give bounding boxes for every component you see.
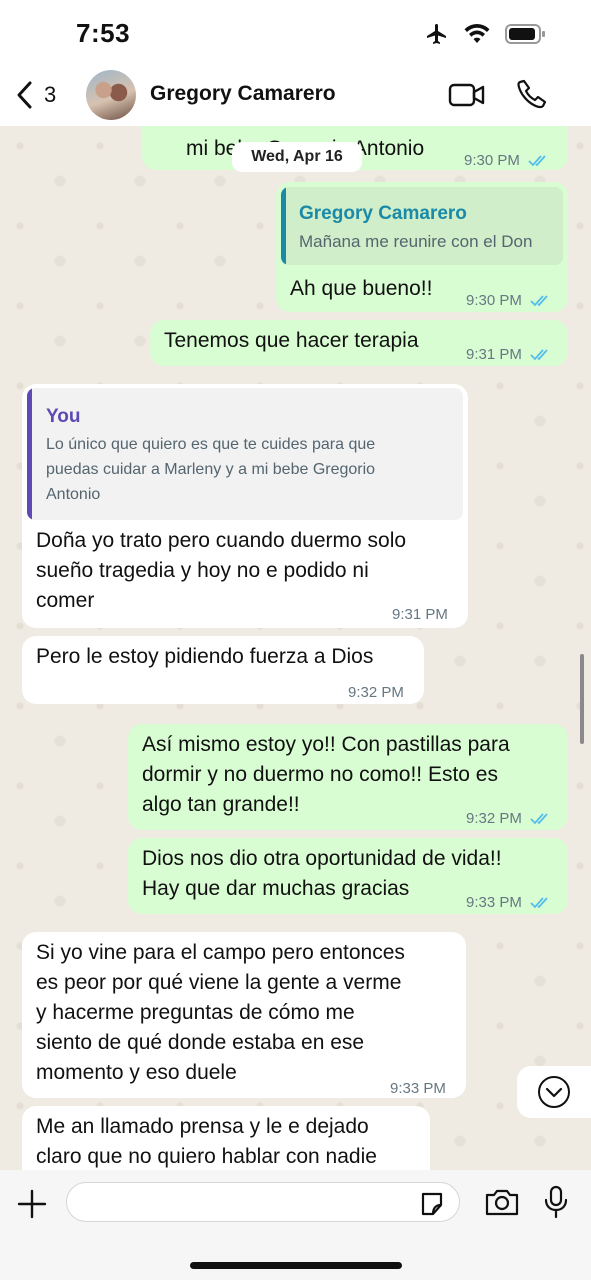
status-icons bbox=[425, 22, 547, 46]
battery-icon bbox=[505, 24, 545, 44]
scroll-down-icon bbox=[538, 1076, 570, 1108]
quote-text: Mañana me reunire con el Don bbox=[299, 232, 533, 251]
message-time: 9:33 PM bbox=[466, 888, 552, 918]
quote-bar bbox=[281, 187, 286, 265]
quoted-message[interactable]: Gregory Camarero Mañana me reunire con e… bbox=[281, 187, 563, 265]
message-text: Me an llamado prensa y le e dejado claro… bbox=[36, 1115, 377, 1168]
message-outgoing-reply[interactable]: Gregory Camarero Mañana me reunire con e… bbox=[276, 182, 568, 312]
double-check-icon bbox=[530, 349, 548, 361]
scrollbar[interactable] bbox=[580, 654, 584, 744]
microphone-icon[interactable] bbox=[542, 1184, 570, 1220]
avatar[interactable] bbox=[86, 70, 136, 120]
wifi-icon bbox=[464, 24, 490, 43]
message-time: 9:32 PM bbox=[466, 804, 552, 834]
composer-bar bbox=[0, 1170, 591, 1280]
sticker-icon[interactable] bbox=[418, 1190, 446, 1218]
quote-author: Gregory Camarero bbox=[299, 203, 467, 224]
quoted-message[interactable]: You Lo único que quiero es que te cuides… bbox=[27, 388, 463, 520]
message-outgoing[interactable]: Así mismo estoy yo!! Con pastillas para … bbox=[128, 724, 568, 830]
status-bar: 7:53 bbox=[0, 0, 591, 68]
message-text: Pero le estoy pidiendo fuerza a Dios bbox=[36, 645, 374, 668]
message-incoming[interactable]: Si yo vine para el campo pero entonces e… bbox=[22, 932, 466, 1098]
back-chevron-icon bbox=[17, 81, 32, 109]
chat-header: 3 Gregory Camarero bbox=[0, 68, 591, 126]
message-outgoing[interactable]: Dios nos dio otra oportunidad de vida!! … bbox=[128, 838, 568, 914]
double-check-icon bbox=[530, 897, 548, 909]
unread-count: 3 bbox=[44, 82, 57, 107]
camera-icon[interactable] bbox=[484, 1186, 520, 1218]
message-text: Doña yo trato pero cuando duermo solo su… bbox=[36, 529, 407, 612]
message-text: Así mismo estoy yo!! Con pastillas para … bbox=[142, 733, 510, 816]
message-input[interactable] bbox=[66, 1182, 460, 1222]
status-time: 7:53 bbox=[76, 18, 131, 48]
double-check-icon bbox=[530, 813, 548, 825]
quote-author: You bbox=[46, 406, 81, 427]
scroll-to-bottom-button[interactable] bbox=[517, 1066, 591, 1118]
date-separator: Wed, Apr 16 bbox=[232, 142, 362, 172]
message-incoming[interactable]: Me an llamado prensa y le e dejado claro… bbox=[22, 1106, 430, 1170]
double-check-icon bbox=[530, 295, 548, 307]
double-check-icon bbox=[528, 155, 546, 167]
video-call-icon[interactable] bbox=[448, 80, 486, 110]
quote-text: Lo único que quiero es que te cuides par… bbox=[46, 436, 376, 503]
message-time: 9:33 PM bbox=[390, 1080, 446, 1097]
message-incoming[interactable]: Pero le estoy pidiendo fuerza a Dios 9:3… bbox=[22, 636, 424, 704]
phone-icon[interactable] bbox=[516, 78, 548, 110]
message-list[interactable]: mi bebe Gregorio Antonio 9:30 PM Wed, Ap… bbox=[0, 126, 591, 1170]
airplane-icon bbox=[427, 24, 446, 44]
message-text: Tenemos que hacer terapia bbox=[164, 329, 419, 352]
message-text: Ah que bueno!! bbox=[290, 277, 433, 300]
contact-name[interactable]: Gregory Camarero bbox=[150, 82, 336, 106]
message-time: 9:31 PM bbox=[392, 606, 448, 623]
plus-icon[interactable] bbox=[14, 1186, 50, 1222]
quote-bar bbox=[27, 388, 32, 520]
message-time: 9:30 PM bbox=[466, 286, 552, 316]
message-text: Si yo vine para el campo pero entonces e… bbox=[36, 941, 405, 1084]
message-time: 9:31 PM bbox=[466, 340, 552, 370]
message-time: 9:30 PM bbox=[464, 146, 550, 176]
home-indicator bbox=[190, 1262, 402, 1269]
message-text: Dios nos dio otra oportunidad de vida!! … bbox=[142, 847, 502, 900]
message-time: 9:32 PM bbox=[348, 684, 404, 701]
message-incoming-reply[interactable]: You Lo único que quiero es que te cuides… bbox=[22, 384, 468, 628]
message-outgoing[interactable]: Tenemos que hacer terapia 9:31 PM bbox=[150, 320, 568, 366]
back-button[interactable]: 3 bbox=[14, 80, 56, 110]
